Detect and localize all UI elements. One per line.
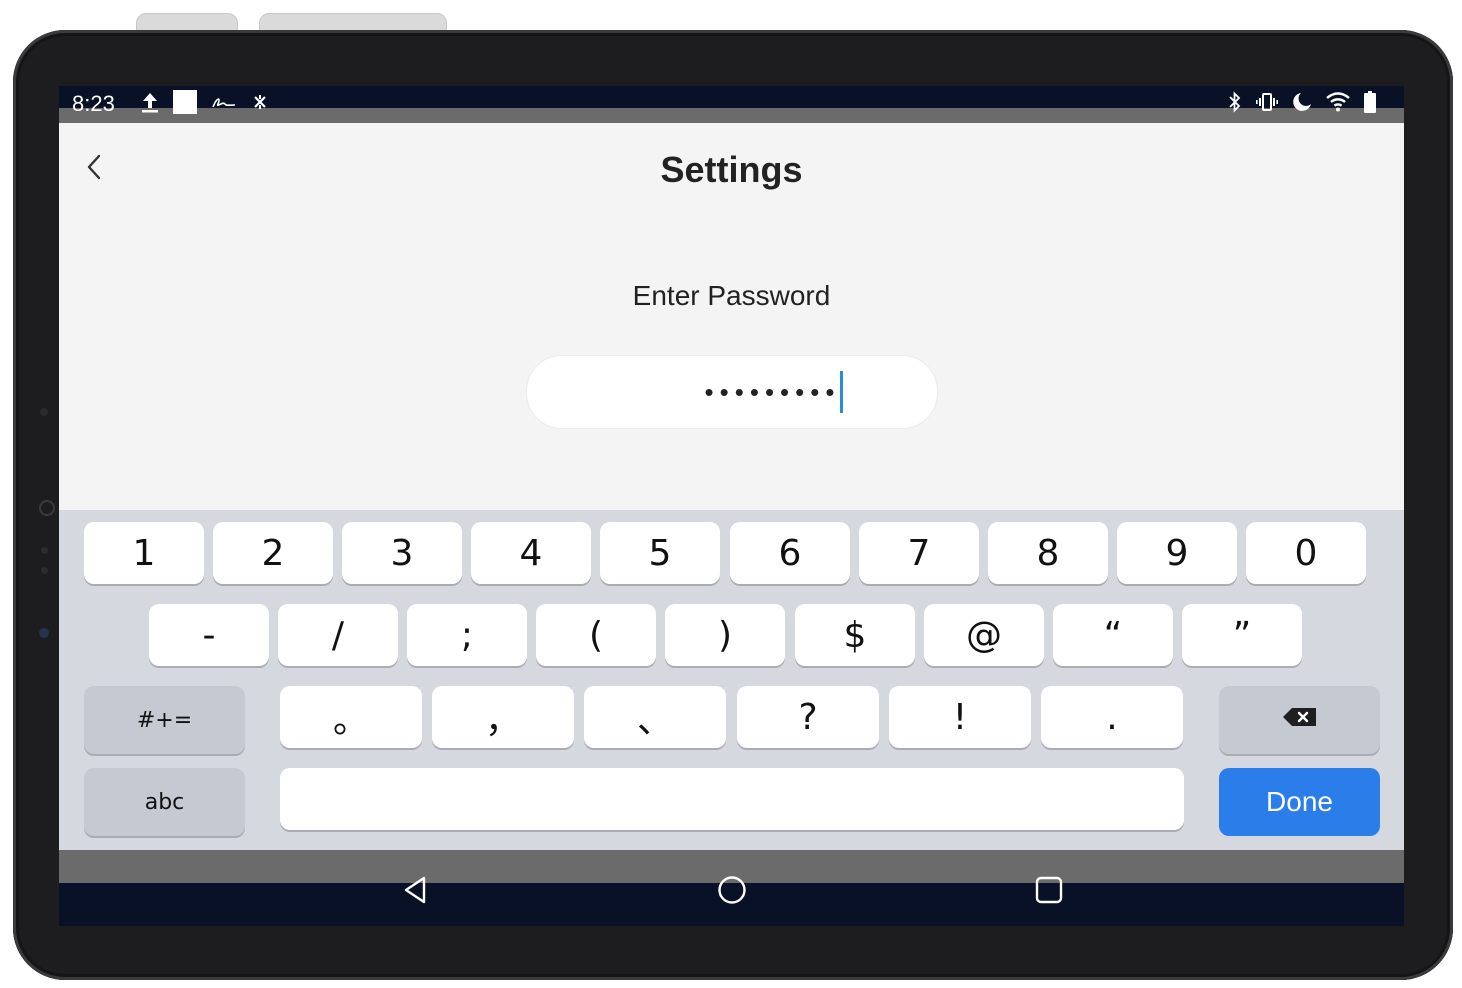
do-not-disturb-icon [1292,92,1312,117]
key-0[interactable]: 0 [1246,522,1366,584]
numeric-keyboard: 1 2 3 4 5 6 7 8 9 0 - / ; ( ) $ @ “ ” #+… [59,510,1404,850]
signature-icon [211,95,237,114]
password-prompt: Enter Password [632,280,831,311]
abc-key[interactable]: abc [84,768,245,836]
battery-icon [1364,90,1376,118]
status-icons-right [1228,90,1376,118]
key-close-quote[interactable]: ” [1182,604,1302,666]
key-3[interactable]: 3 [342,522,462,584]
key-period[interactable]: . [1041,686,1183,748]
key-hyphen[interactable]: - [149,604,269,666]
nav-recents-button[interactable] [1029,872,1069,912]
key-8[interactable]: 8 [988,522,1108,584]
key-1[interactable]: 1 [84,522,204,584]
backspace-key[interactable] [1219,686,1380,754]
sensor-dot [39,628,49,638]
key-2[interactable]: 2 [213,522,333,584]
system-nav-bar [59,850,1404,926]
upload-icon [141,91,159,118]
backspace-icon [1282,707,1318,733]
recents-square-icon [1035,876,1063,909]
key-cjk-period[interactable]: 。 [280,686,422,748]
key-cjk-enum-comma[interactable]: 、 [584,686,726,748]
home-circle-icon [717,875,747,910]
password-masked-value: ••••••••• [704,376,841,407]
page-title: Settings [660,149,803,190]
key-at[interactable]: @ [924,604,1044,666]
key-slash[interactable]: / [278,604,398,666]
bluetooth-icon [1228,90,1242,118]
key-4[interactable]: 4 [471,522,591,584]
app-bar: Settings [59,123,1404,213]
key-9[interactable]: 9 [1117,522,1237,584]
sensor-dot [41,567,48,574]
key-open-paren[interactable]: ( [536,604,656,666]
symbols-key[interactable]: #+= [84,686,245,754]
nav-home-button[interactable] [712,872,752,912]
key-semicolon[interactable]: ; [407,604,527,666]
key-6[interactable]: 6 [730,522,850,584]
key-exclamation[interactable]: ! [889,686,1031,748]
key-question[interactable]: ? [737,686,879,748]
sensor-dot [39,500,55,516]
square-notification-icon [173,89,197,119]
done-button[interactable]: Done [1219,768,1380,836]
key-7[interactable]: 7 [859,522,979,584]
status-bar: 8:23 [59,86,1404,123]
key-dollar[interactable]: $ [795,604,915,666]
no-data-icon [251,93,269,116]
key-open-quote[interactable]: “ [1053,604,1173,666]
password-input[interactable]: ••••••••• [526,355,938,429]
vibrate-icon [1256,92,1278,117]
front-camera [40,408,48,416]
key-cjk-comma[interactable]: ， [432,686,574,748]
sensor-dot [41,547,48,554]
status-time: 8:23 [72,91,115,116]
key-5[interactable]: 5 [600,522,720,584]
status-icons-left [141,89,269,119]
nav-back-button[interactable] [395,872,435,912]
text-caret [840,371,844,413]
back-triangle-icon [402,875,428,910]
wifi-icon [1326,91,1350,117]
screen: 8:23 Settings Enter Password ••••••••• 1… [59,86,1404,926]
key-close-paren[interactable]: ) [665,604,785,666]
space-bar[interactable] [280,768,1184,830]
